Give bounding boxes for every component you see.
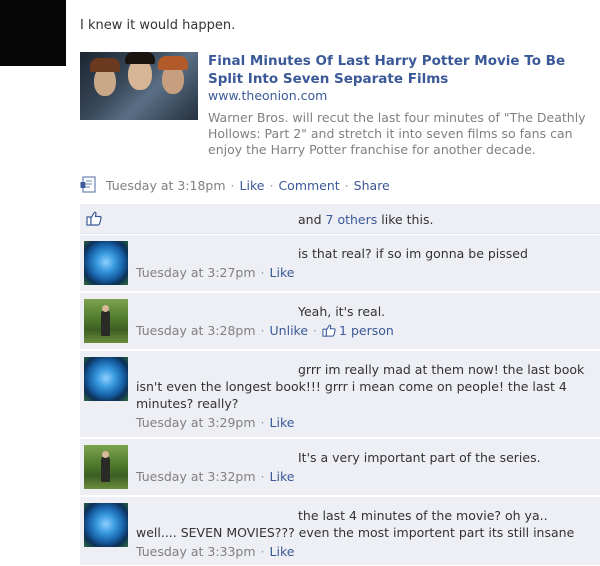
comment-text: is that real? if so im gonna be pissed bbox=[298, 246, 528, 261]
comment-text: isn't even the longest book!!! grrr i me… bbox=[136, 379, 567, 411]
comment-timestamp[interactable]: Tuesday at 3:33pm bbox=[136, 543, 256, 560]
thumbs-up-icon bbox=[322, 324, 336, 337]
shared-link-description: Warner Bros. will recut the last four mi… bbox=[208, 110, 586, 157]
thumbs-up-icon bbox=[86, 211, 102, 226]
comment-text: well.... SEVEN MOVIES??? even the most i… bbox=[136, 525, 575, 540]
shared-link-title[interactable]: Final Minutes Of Last Harry Potter Movie… bbox=[208, 52, 593, 88]
poster-avatar[interactable] bbox=[0, 0, 66, 66]
shared-link-url[interactable]: www.theonion.com bbox=[208, 88, 327, 103]
status-text: I knew it would happen. bbox=[80, 18, 236, 33]
comment-like-link[interactable]: Like bbox=[270, 264, 295, 281]
note-icon bbox=[80, 176, 100, 194]
comment-like-link[interactable]: Like bbox=[270, 543, 295, 560]
separator-dot: · bbox=[313, 323, 318, 338]
comment-timestamp[interactable]: Tuesday at 3:28pm bbox=[136, 322, 256, 339]
post-timestamp[interactable]: Tuesday at 3:18pm bbox=[106, 178, 226, 193]
comment-timestamp[interactable]: Tuesday at 3:27pm bbox=[136, 264, 256, 281]
comment-text-first-line: grrr im really mad at them now! the last… bbox=[298, 362, 585, 377]
shared-link-thumbnail[interactable] bbox=[80, 52, 198, 120]
commenter-avatar[interactable] bbox=[84, 299, 128, 343]
commenter-avatar[interactable] bbox=[84, 357, 128, 401]
commenter-avatar[interactable] bbox=[84, 445, 128, 489]
separator-dot: · bbox=[260, 265, 265, 280]
commenter-avatar[interactable] bbox=[84, 503, 128, 547]
comment-timestamp[interactable]: Tuesday at 3:29pm bbox=[136, 414, 256, 431]
separator-dot: · bbox=[260, 469, 265, 484]
comment-likes-count[interactable]: 1 person bbox=[339, 322, 394, 339]
comment: grrr im really mad at them now! the last… bbox=[80, 351, 600, 438]
commenter-avatar[interactable] bbox=[84, 241, 128, 285]
post-meta: Tuesday at 3:18pm · Like · Comment · Sha… bbox=[80, 176, 390, 194]
comment: It's a very important part of the series… bbox=[80, 439, 600, 496]
separator-dot: · bbox=[260, 544, 265, 559]
comment-like-link[interactable]: Like bbox=[270, 468, 295, 485]
likes-summary: and 7 others like this. bbox=[80, 204, 600, 234]
post-share-link[interactable]: Share bbox=[354, 178, 390, 193]
comment-text-first-line: the last 4 minutes of the movie? oh ya.. bbox=[298, 508, 548, 523]
comment-timestamp[interactable]: Tuesday at 3:32pm bbox=[136, 468, 256, 485]
comment: the last 4 minutes of the movie? oh ya..… bbox=[80, 497, 600, 566]
comment: Yeah, it's real. Tuesday at 3:28pm · Unl… bbox=[80, 293, 600, 350]
separator-dot: · bbox=[260, 323, 265, 338]
separator-dot: · bbox=[230, 177, 235, 193]
comment: is that real? if so im gonna be pissed T… bbox=[80, 235, 600, 292]
post-comment-link[interactable]: Comment bbox=[278, 178, 339, 193]
comment-unlike-link[interactable]: Unlike bbox=[270, 322, 309, 339]
likes-others-link[interactable]: 7 others bbox=[326, 212, 378, 227]
comment-text: Yeah, it's real. bbox=[298, 304, 386, 319]
likes-prefix: and bbox=[298, 212, 322, 227]
comment-text: It's a very important part of the series… bbox=[298, 450, 541, 465]
separator-dot: · bbox=[344, 177, 349, 193]
comment-like-link[interactable]: Like bbox=[270, 414, 295, 431]
separator-dot: · bbox=[260, 415, 265, 430]
likes-suffix: like this. bbox=[381, 212, 434, 227]
post-like-link[interactable]: Like bbox=[240, 178, 265, 193]
separator-dot: · bbox=[269, 177, 274, 193]
